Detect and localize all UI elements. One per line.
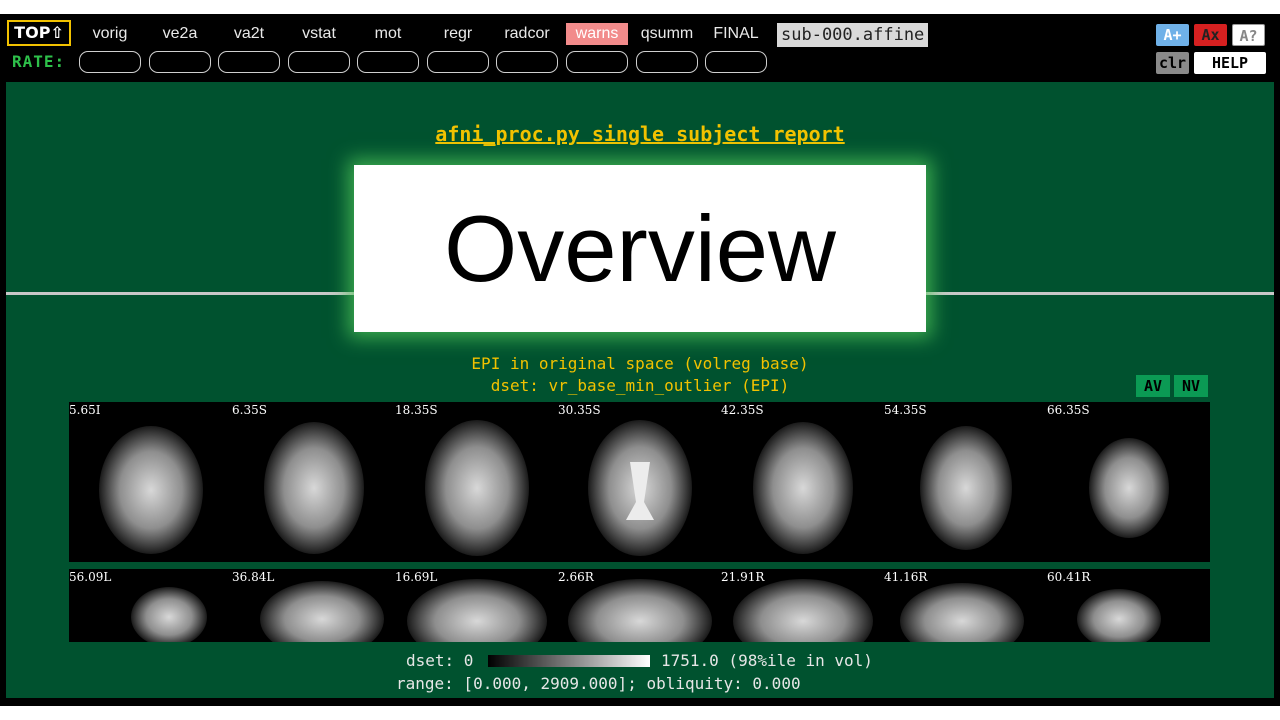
axial-slice-5: 42.35S <box>721 402 884 562</box>
axial-slice-1: 5.65I <box>69 402 232 562</box>
slice-label: 6.35S <box>232 403 267 417</box>
brain-slice-image <box>588 420 692 556</box>
range-text: range: [0.000, 2909.000]; obliquity: 0.0… <box>396 674 801 693</box>
nv-button[interactable]: NV <box>1174 375 1208 397</box>
brain-slice-image <box>264 422 364 554</box>
brain-slice-image <box>1089 438 1169 538</box>
epi-caption-line1: EPI in original space (volreg base) <box>471 354 809 373</box>
slice-label: 66.35S <box>1047 403 1090 417</box>
nav-item-vorig[interactable]: vorig <box>79 23 141 45</box>
slice-label: 36.84L <box>232 570 275 584</box>
report-page: afni_proc.py single subject report Overv… <box>6 82 1274 698</box>
rate-all-good-button[interactable]: A+ <box>1156 24 1189 46</box>
colorbar-max-label: 1751.0 (98%ile in vol) <box>661 651 873 670</box>
brain-slice-image <box>425 420 529 556</box>
nav-item-radcor[interactable]: radcor <box>496 23 558 45</box>
slice-label: 60.41R <box>1047 570 1091 584</box>
report-title: afni_proc.py single subject report <box>435 122 845 146</box>
nav-item-ve2a[interactable]: ve2a <box>149 23 211 45</box>
axial-slice-7: 66.35S <box>1047 402 1210 562</box>
rate-button-radcor[interactable] <box>496 51 558 73</box>
slice-label: 56.09L <box>69 570 112 584</box>
sagittal-montage-image: 56.09L 36.84L 16.69L 2.66R 21.91R 41.16R… <box>69 569 1210 642</box>
slice-label: 18.35S <box>395 403 438 417</box>
sagittal-slice-4: 2.66R <box>558 569 721 642</box>
rate-button-va2t[interactable] <box>218 51 280 73</box>
subject-id-label: sub-000.affine <box>777 23 929 47</box>
rate-button-qsumm[interactable] <box>636 51 698 73</box>
grayscale-colorbar <box>488 655 650 667</box>
top-navigation-bar: TOP⇧ RATE: vorig ve2a va2t vstat mot reg… <box>0 14 1280 82</box>
rate-all-bad-button[interactable]: Ax <box>1194 24 1227 46</box>
nav-item-warns[interactable]: warns <box>566 23 628 45</box>
brain-slice-image <box>920 426 1012 550</box>
overview-banner: Overview <box>354 165 926 332</box>
sagittal-slice-7: 60.41R <box>1047 569 1210 642</box>
colorbar-min-label: dset: 0 <box>406 651 474 670</box>
rate-button-mot[interactable] <box>357 51 419 73</box>
top-button[interactable]: TOP⇧ <box>7 20 71 46</box>
slice-label: 54.35S <box>884 403 927 417</box>
slice-label: 41.16R <box>884 570 928 584</box>
slice-label: 2.66R <box>558 570 594 584</box>
help-button[interactable]: HELP <box>1194 52 1266 74</box>
axial-slice-4: 30.35S <box>558 402 721 562</box>
rate-label: RATE: <box>12 52 66 71</box>
sagittal-slice-6: 41.16R <box>884 569 1047 642</box>
clear-button[interactable]: clr <box>1156 52 1189 74</box>
slice-label: 30.35S <box>558 403 601 417</box>
slice-label: 16.69L <box>395 570 438 584</box>
slice-label: 21.91R <box>721 570 765 584</box>
sagittal-slice-1: 56.09L <box>69 569 232 642</box>
rate-button-vstat[interactable] <box>288 51 350 73</box>
brain-slice-image <box>753 422 853 554</box>
nav-item-qsumm[interactable]: qsumm <box>636 23 698 45</box>
slice-label: 5.65I <box>69 403 101 417</box>
nav-item-vstat[interactable]: vstat <box>288 23 350 45</box>
epi-caption-line2: dset: vr_base_min_outlier (EPI) <box>490 376 790 395</box>
axial-slice-2: 6.35S <box>232 402 395 562</box>
axial-montage-image: 5.65I 6.35S 18.35S 30.35S 42.35S 54.35S <box>69 402 1210 562</box>
axial-slice-3: 18.35S <box>395 402 558 562</box>
rate-button-warns[interactable] <box>566 51 628 73</box>
slice-label: 42.35S <box>721 403 764 417</box>
brain-slice-image <box>99 426 203 554</box>
av-button[interactable]: AV <box>1136 375 1170 397</box>
rate-button-final[interactable] <box>705 51 767 73</box>
rate-button-regr[interactable] <box>427 51 489 73</box>
nav-item-va2t[interactable]: va2t <box>218 23 280 45</box>
nav-item-regr[interactable]: regr <box>427 23 489 45</box>
nav-item-final[interactable]: FINAL <box>705 23 767 45</box>
sagittal-slice-3: 16.69L <box>395 569 558 642</box>
axial-slice-6: 54.35S <box>884 402 1047 562</box>
rate-all-unknown-button[interactable]: A? <box>1232 24 1265 46</box>
overview-heading: Overview <box>444 195 836 301</box>
rate-button-ve2a[interactable] <box>149 51 211 73</box>
sagittal-slice-5: 21.91R <box>721 569 884 642</box>
sagittal-slice-2: 36.84L <box>232 569 395 642</box>
nav-item-mot[interactable]: mot <box>357 23 419 45</box>
rate-button-vorig[interactable] <box>79 51 141 73</box>
